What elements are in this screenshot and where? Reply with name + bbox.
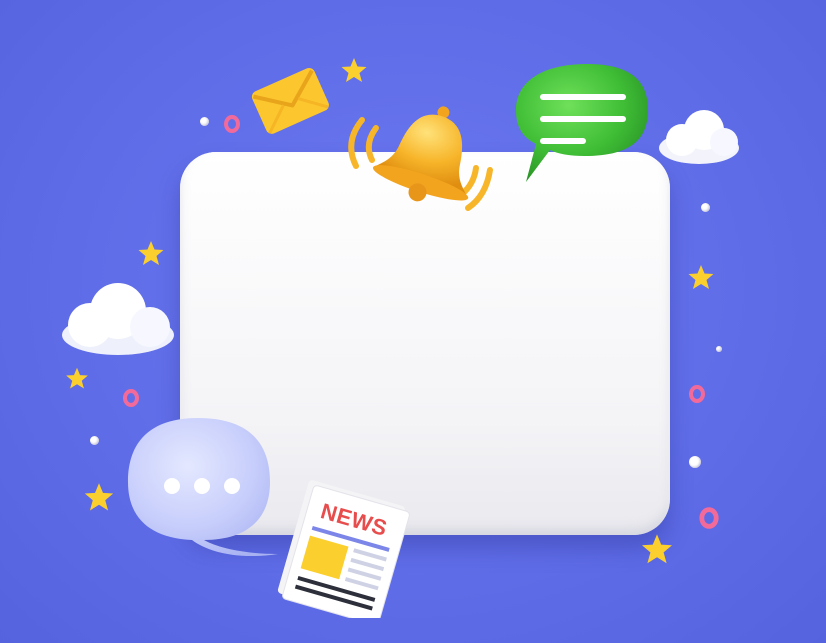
decor-dot bbox=[701, 203, 710, 212]
newspaper-icon: NEWS bbox=[277, 480, 410, 618]
typing-chat-bubble-icon bbox=[128, 418, 278, 557]
typing-dot bbox=[164, 478, 180, 494]
star-icon bbox=[84, 483, 114, 511]
ring-icon bbox=[123, 389, 139, 407]
ring-icon bbox=[699, 507, 719, 529]
cloud-icon bbox=[659, 110, 739, 164]
decor-dot bbox=[90, 436, 99, 445]
typing-dot bbox=[224, 478, 240, 494]
ring-icon bbox=[224, 115, 240, 133]
green-chat-bubble-icon bbox=[516, 64, 648, 182]
typing-dot bbox=[194, 478, 210, 494]
cloud-icon bbox=[62, 283, 174, 355]
bubble-line bbox=[540, 94, 626, 100]
bubble-line bbox=[540, 138, 586, 144]
envelope-icon bbox=[251, 67, 329, 134]
star-icon bbox=[688, 265, 714, 289]
star-icon bbox=[642, 534, 672, 564]
ring-icon bbox=[689, 385, 705, 403]
decor-dot bbox=[200, 117, 209, 126]
star-icon bbox=[66, 367, 88, 389]
star-icon bbox=[341, 58, 367, 82]
decor-dot bbox=[689, 456, 701, 468]
star-icon bbox=[138, 241, 164, 265]
decor-dot bbox=[716, 346, 722, 352]
bubble-line bbox=[540, 116, 626, 122]
bell-icon bbox=[348, 106, 493, 211]
